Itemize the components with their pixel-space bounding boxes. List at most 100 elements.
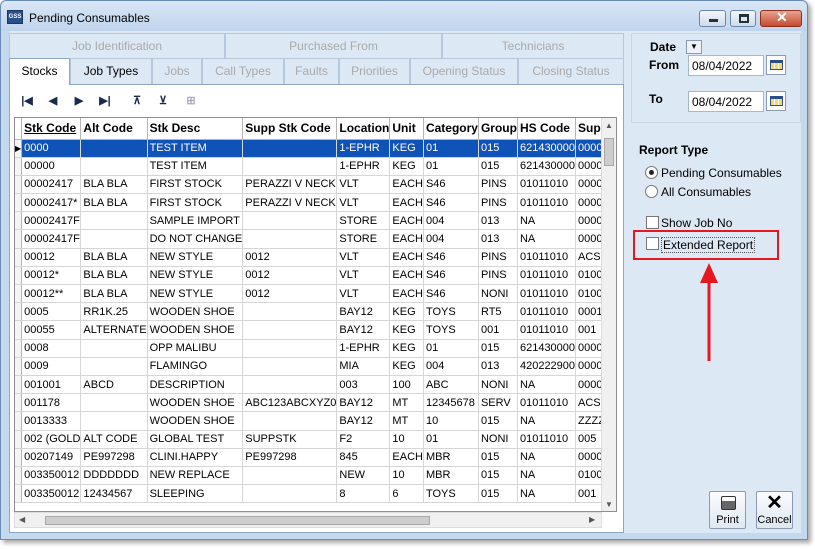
close-button[interactable]: ✕ [760, 9, 802, 27]
table-cell[interactable]: BLA BLA [80, 175, 148, 195]
table-row[interactable]: 0005 RR1K.25 WOODEN SHOE BAY12 KEG TOYS RT5 010… [15, 302, 616, 322]
table-cell[interactable]: 00012 [21, 248, 82, 267]
table-cell[interactable]: TEST ITEM [147, 139, 244, 158]
table-cell[interactable]: NA [517, 466, 577, 486]
table-cell[interactable]: MT [389, 411, 424, 431]
tab-faults[interactable]: Faults [284, 58, 339, 84]
table-cell[interactable]: 01011010 [517, 193, 577, 213]
table-cell[interactable]: VLT [336, 193, 391, 213]
table-cell[interactable]: 001178 [21, 393, 82, 413]
column-header[interactable]: Group [478, 118, 518, 140]
table-cell[interactable]: BLA BLA [80, 193, 148, 213]
scroll-down-icon[interactable]: ▼ [605, 500, 613, 509]
table-row[interactable]: 0009 FLAMINGO MIA KEG 004 013 420222900 000001 [15, 357, 616, 376]
table-row[interactable]: 00002417* BLA BLA FIRST STOCK PERAZZI V NEC… [15, 193, 616, 213]
table-cell[interactable] [242, 357, 338, 376]
column-header[interactable]: Stk Code [21, 118, 82, 140]
table-cell[interactable]: 845 [336, 448, 391, 467]
table-cell[interactable] [80, 411, 148, 431]
table-cell[interactable]: SAMPLE IMPORT [147, 211, 244, 231]
table-cell[interactable]: WOODEN SHOE [147, 302, 244, 322]
table-cell[interactable]: 0000 [21, 139, 82, 158]
table-cell[interactable]: NONI [478, 430, 518, 449]
cancel-button[interactable]: ✕ Cancel [756, 491, 793, 529]
table-cell[interactable]: PINS [478, 266, 518, 286]
last-record-button[interactable]: ▶| [94, 90, 116, 112]
table-cell[interactable]: EACH [389, 248, 424, 267]
table-row[interactable]: ▶ 0000 TEST ITEM 1-EPHR KEG 01 015 621430000 000… [15, 139, 616, 158]
table-cell[interactable]: NA [517, 211, 577, 231]
table-cell[interactable]: NEW [336, 466, 391, 486]
tab-closing-status[interactable]: Closing Status [518, 58, 624, 84]
table-cell[interactable]: 420222900 [517, 357, 577, 376]
table-cell[interactable]: VLT [336, 248, 391, 267]
table-cell[interactable] [242, 484, 338, 504]
table-cell[interactable]: 013 [478, 357, 518, 376]
table-cell[interactable]: 002 (GOLD [21, 430, 82, 449]
table-row[interactable]: 001178 WOODEN SHOE ABC123ABCXYZ0 BAY12 MT 123… [15, 393, 616, 413]
vertical-scrollbar[interactable]: ▲ ▼ [601, 118, 616, 511]
table-cell[interactable]: 0013333 [21, 411, 82, 431]
table-cell[interactable]: 01011010 [517, 393, 577, 413]
table-row[interactable]: 00207149 PE997298 CLINI.HAPPY PE997298 845 EA… [15, 448, 616, 467]
table-cell[interactable]: 1-EPHR [336, 339, 391, 358]
maximize-button[interactable] [730, 10, 756, 27]
table-cell[interactable]: EACH [389, 175, 424, 195]
table-cell[interactable]: BAY12 [336, 393, 391, 413]
table-cell[interactable]: 015 [478, 411, 518, 431]
table-cell[interactable]: TOYS [423, 302, 479, 322]
table-cell[interactable]: 015 [478, 157, 518, 176]
table-cell[interactable]: 100 [389, 375, 424, 395]
table-cell[interactable]: 621430000 [517, 157, 577, 176]
table-cell[interactable] [242, 320, 338, 340]
table-cell[interactable]: NA [517, 411, 577, 431]
table-cell[interactable]: F2 [336, 430, 391, 449]
tab-priorities[interactable]: Priorities [339, 58, 410, 84]
move-top-button[interactable]: ⊼ [126, 90, 148, 112]
table-cell[interactable]: S46 [423, 248, 479, 267]
table-cell[interactable]: 01011010 [517, 430, 577, 449]
tab-technicians[interactable]: Technicians [442, 33, 624, 58]
previous-record-button[interactable]: ◀ [42, 90, 64, 112]
table-cell[interactable]: 10 [389, 466, 424, 486]
table-cell[interactable]: 015 [478, 339, 518, 358]
table-cell[interactable] [242, 411, 338, 431]
table-cell[interactable]: BLA BLA [80, 284, 148, 304]
move-bottom-button[interactable]: ⊻ [152, 90, 174, 112]
table-cell[interactable]: 013 [478, 229, 518, 249]
table-cell[interactable]: 00012* [21, 266, 82, 286]
table-cell[interactable]: BAY12 [336, 302, 391, 322]
table-cell[interactable]: 015 [478, 139, 518, 158]
table-cell[interactable]: 10 [423, 411, 479, 431]
table-cell[interactable]: 00002417 [21, 175, 82, 195]
show-job-no-label[interactable]: Show Job No [661, 216, 732, 230]
table-cell[interactable]: 0012 [242, 284, 338, 304]
table-cell[interactable]: KEG [389, 357, 424, 376]
table-cell[interactable]: SUPPSTK [242, 430, 338, 449]
table-cell[interactable]: NA [517, 375, 577, 395]
column-header[interactable]: Alt Code [80, 118, 148, 140]
table-cell[interactable]: MBR [423, 448, 479, 467]
all-consumables-radio[interactable] [645, 185, 658, 198]
table-cell[interactable] [80, 229, 148, 249]
date-dropdown-button[interactable]: ▼ [686, 40, 702, 54]
table-cell[interactable]: S46 [423, 284, 479, 304]
table-cell[interactable]: 1-EPHR [336, 157, 391, 176]
table-row[interactable]: 0008 OPP MALIBU 1-EPHR KEG 01 015 621430000 000… [15, 339, 616, 358]
table-cell[interactable]: CLINI.HAPPY [147, 448, 244, 467]
table-cell[interactable]: VLT [336, 175, 391, 195]
tab-stocks[interactable]: Stocks [9, 58, 70, 85]
table-cell[interactable]: VLT [336, 284, 391, 304]
table-cell[interactable]: 01 [423, 430, 479, 449]
table-cell[interactable]: 015 [478, 484, 518, 504]
table-row[interactable]: 001001 ABCD DESCRIPTION 003 100 ABC NONI NA 0000… [15, 375, 616, 395]
table-cell[interactable]: 621430000 [517, 139, 577, 158]
table-cell[interactable]: EACH [389, 193, 424, 213]
table-cell[interactable]: RR1K.25 [80, 302, 148, 322]
table-cell[interactable]: 0008 [21, 339, 82, 358]
table-cell[interactable]: 01011010 [517, 266, 577, 286]
table-cell[interactable]: NONI [478, 284, 518, 304]
table-cell[interactable]: S46 [423, 193, 479, 213]
table-cell[interactable]: 0012 [242, 248, 338, 267]
table-cell[interactable]: FIRST STOCK [147, 175, 244, 195]
